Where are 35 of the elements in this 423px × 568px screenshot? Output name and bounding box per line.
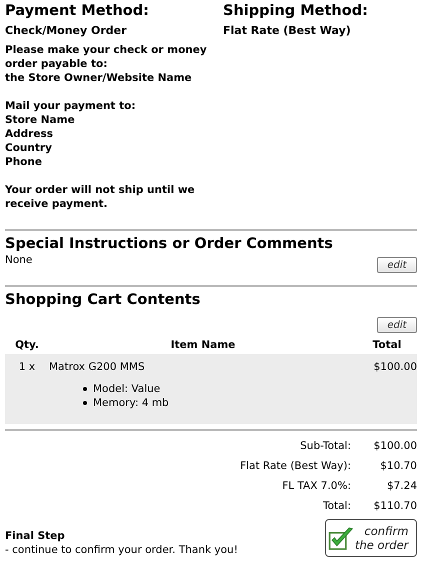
section-heading: Special Instructions or Order Comments [5,235,334,253]
address-line: Store Name [5,113,76,127]
total-value: $10.70 [379,459,417,473]
address-line: Country [5,141,53,155]
item-attribute: Memory: 4 mb [93,396,169,410]
comments-text: None [5,253,32,267]
payment-method: Check/Money Order [5,24,128,38]
mail-label: Mail your payment to: [5,99,137,113]
final-step-text: - continue to confirm your order. Thank you! [5,543,238,557]
total-label: Total: [322,499,351,513]
address-line: Phone [5,155,43,169]
column-header: Item Name [170,338,236,353]
item-attribute: Model: Value [93,382,160,396]
payment-instructions: Please make your check or money order payable to: the Store Owner/Website Name [5,43,208,85]
total-value: $110.70 [372,499,417,513]
section-heading: Shipping Method: [223,2,369,20]
edit-button[interactable]: edit [377,257,417,273]
section-heading: Shopping Cart Contents [5,291,202,309]
shipping-method: Flat Rate (Best Way) [223,24,352,38]
edit-button[interactable]: edit [377,317,417,333]
total-value: $7.24 [386,479,417,493]
payment-notice: Your order will not ship until we receive payment. [5,183,196,211]
address-line: Address [5,127,54,141]
section-heading: Payment Method: [5,2,150,20]
final-step-heading: Final Step [5,529,66,543]
total-label: Flat Rate (Best Way): [239,459,351,473]
total-value: $100.00 [372,439,417,453]
column-header: Qty. [14,338,40,353]
item-name: Matrox G200 MMS [49,361,145,373]
item-total: $100.00 [374,361,417,373]
total-label: FL TAX 7.0%: [281,479,351,493]
quantity-cell: 1 x [18,361,36,373]
column-header: Total [372,338,402,353]
confirm-order-button[interactable]: confirm the order [325,519,417,557]
total-label: Sub-Total: [299,439,351,453]
